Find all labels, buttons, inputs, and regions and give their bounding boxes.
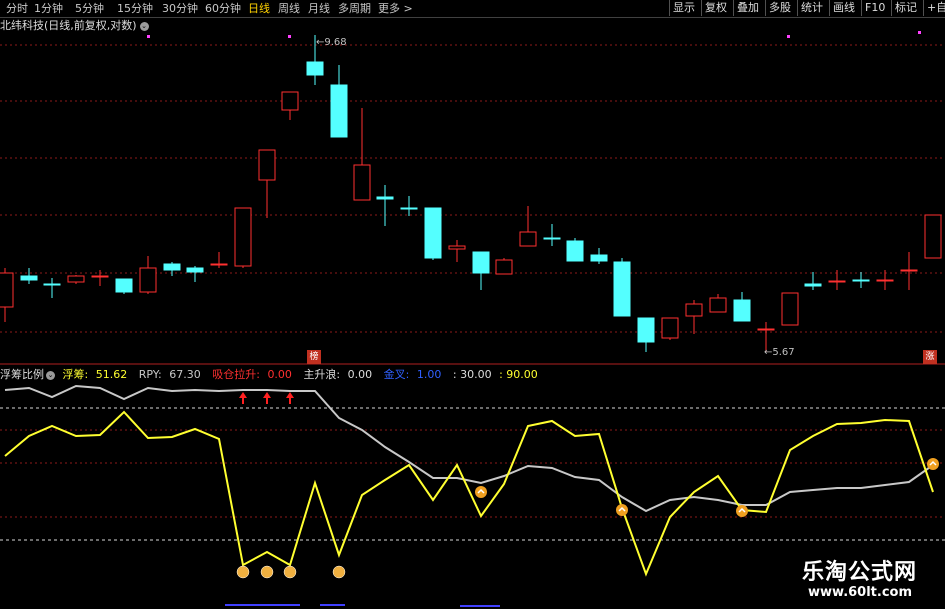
level-a-value: : 30.00 (452, 368, 492, 381)
candle-body (424, 207, 442, 259)
zhusheng-label: 主升浪: (303, 368, 341, 381)
watermark-url: www.60lt.com (808, 585, 913, 600)
candle-body (472, 251, 490, 274)
candle-body (400, 207, 418, 210)
candle-body (637, 317, 655, 343)
candle-body (139, 267, 157, 293)
candle-body (852, 279, 870, 282)
watermark-brand: 乐淘公式网 (802, 560, 918, 585)
golden-cross-icon (736, 505, 748, 517)
up-arrow-icon (263, 392, 271, 404)
golden-cross-icon (475, 486, 487, 498)
kline-chart (0, 31, 945, 607)
golden-cross-icon (616, 504, 628, 516)
indicator-settings-icon[interactable]: ⌄ (46, 370, 55, 380)
candle-body (91, 275, 109, 278)
fuchou-line (4, 410, 934, 577)
rpy-value: 67.30 (169, 368, 201, 381)
candle-body (757, 328, 775, 331)
candle-body (210, 263, 228, 266)
candle-body (67, 275, 85, 283)
up-arrow-icon (286, 392, 294, 404)
candle-body (733, 299, 751, 322)
candle-body (495, 259, 513, 275)
candle-body (685, 303, 703, 317)
candles-group (0, 35, 942, 352)
money-bag-icon (260, 565, 274, 579)
candle-body (163, 263, 181, 271)
fuchou-value: 51.62 (95, 368, 128, 381)
candle-body (543, 237, 561, 240)
rise-badge[interactable]: 涨 (923, 350, 937, 364)
fuchou-label: 浮筹: (62, 368, 89, 381)
candle-body (613, 261, 631, 317)
candle-body (448, 245, 466, 250)
candle-body (590, 254, 608, 262)
candle-body (661, 317, 679, 339)
jincha-label: 金叉: (383, 368, 410, 381)
candle-body (43, 283, 61, 286)
up-arrow-icon (239, 392, 247, 404)
candle-body (781, 292, 799, 326)
candle-body (804, 283, 822, 287)
candle-body (20, 275, 38, 281)
candle-body (924, 214, 942, 259)
indicator-name: 浮筹比例 (0, 368, 44, 381)
money-bag-icon (283, 565, 297, 579)
candle-body (353, 164, 371, 201)
high-price-label: ←9.68 (316, 37, 347, 48)
candle-body (900, 269, 918, 272)
candle-body (186, 267, 204, 273)
candle-body (330, 84, 348, 138)
candle-body (281, 91, 299, 111)
level-b-value: : 90.00 (499, 368, 538, 381)
zhusheng-value: 0.00 (347, 368, 373, 381)
candle-body (234, 207, 252, 267)
candle-body (566, 240, 584, 262)
candle-body (709, 297, 727, 313)
xicang-value: 0.00 (267, 368, 292, 381)
indicator-header: 浮筹比例 ⌄ 浮筹: 51.62 RPY: 67.30 吸仓拉升: 0.00 主升… (0, 368, 542, 382)
money-bag-icon (332, 565, 346, 579)
candle-body (828, 280, 846, 283)
candle-body (115, 278, 133, 293)
money-bag-icon (236, 565, 250, 579)
jincha-value: 1.00 (416, 368, 442, 381)
candle-body (519, 231, 537, 247)
rpy-label: RPY: (138, 368, 162, 381)
candle-body (376, 196, 394, 200)
candle-body (258, 149, 276, 181)
golden-cross-icon (927, 458, 939, 470)
rank-badge[interactable]: 榜 (307, 350, 321, 364)
indicator-lines (4, 384, 939, 579)
candle-body (306, 61, 324, 76)
candle-body (876, 279, 894, 282)
xicang-label: 吸仓拉升: (212, 368, 260, 381)
candle-body (0, 272, 14, 308)
low-price-label: ←5.67 (764, 347, 795, 358)
